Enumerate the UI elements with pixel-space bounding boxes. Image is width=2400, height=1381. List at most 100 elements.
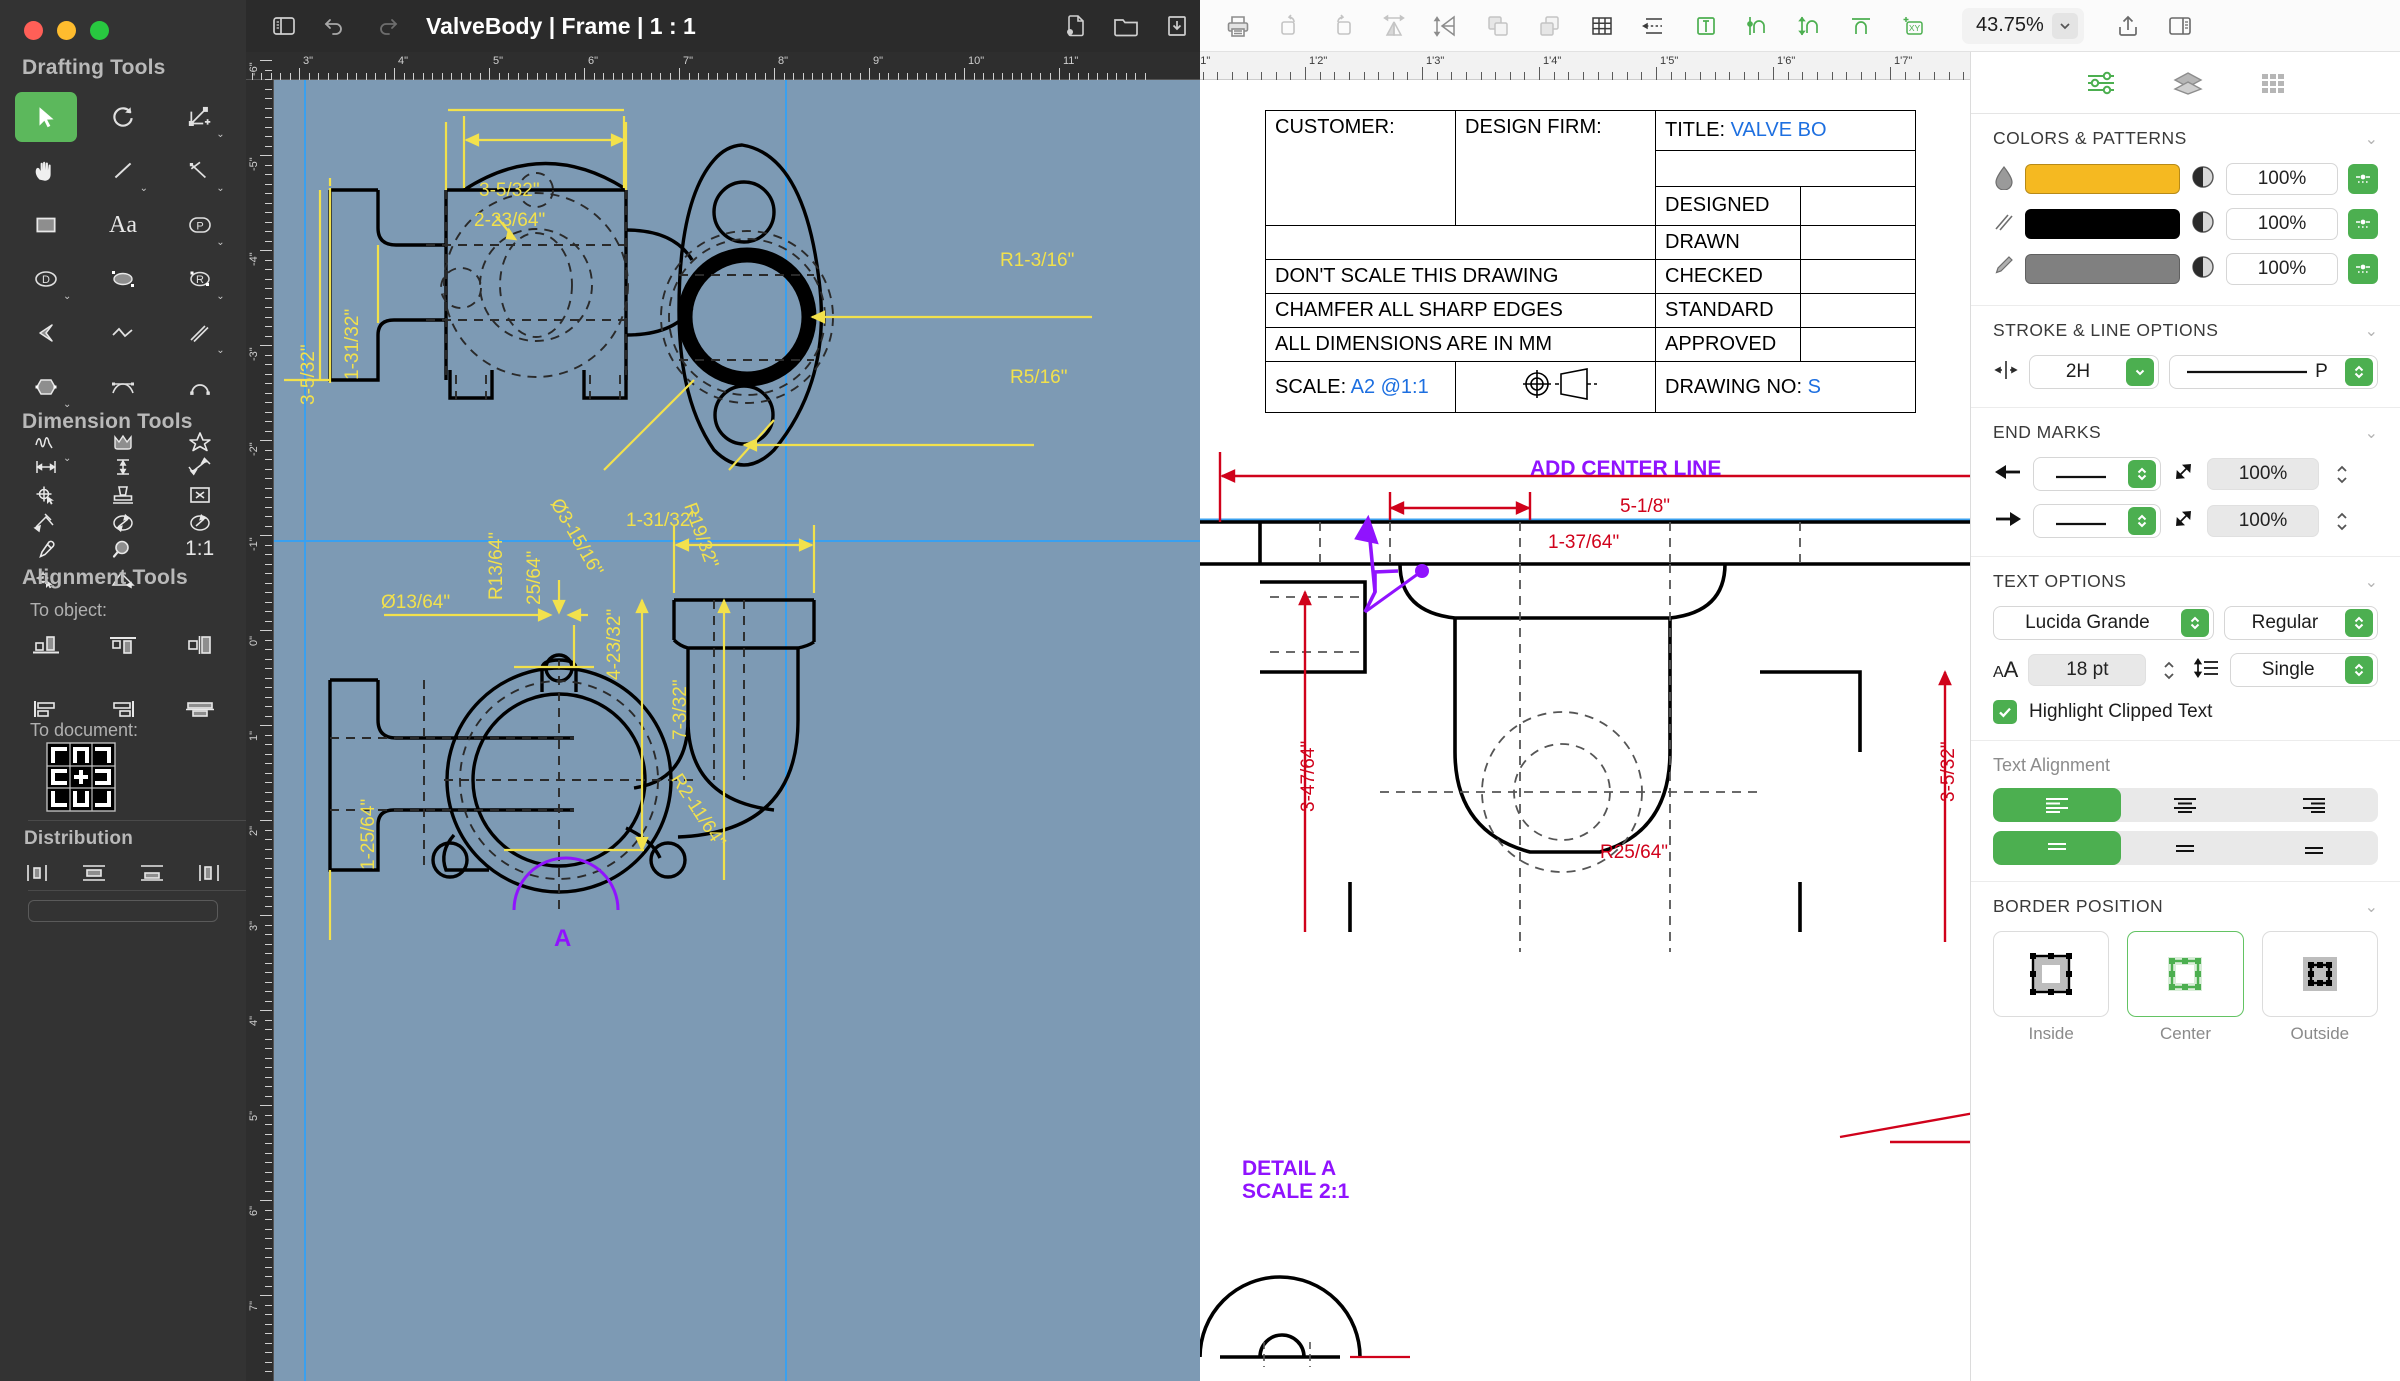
dimension-label-r1-3-16[interactable]: R1-3/16"	[1000, 250, 1074, 272]
chevron-down-icon[interactable]	[2051, 12, 2078, 39]
dimension-tool[interactable]: D ⌄	[15, 254, 77, 304]
dimension-label-3-47-64[interactable]: 3-47/64"	[1298, 741, 1320, 812]
dimension-label[interactable]: 1-31/32"	[626, 510, 697, 532]
line-spacing-select[interactable]: Single	[2230, 653, 2378, 687]
dimension-label-r25-64[interactable]: R25/64"	[1600, 842, 1668, 864]
inspector-toggle-icon[interactable]	[2154, 4, 2206, 48]
dimension-label[interactable]: 3-5/32"	[298, 344, 320, 405]
text-options-header[interactable]: TEXT OPTIONS ⌄	[1993, 571, 2378, 592]
align-to-document-grid[interactable]	[46, 742, 116, 817]
crop-icon[interactable]	[1680, 4, 1732, 48]
dimension-label[interactable]: 1-25/64"	[358, 799, 380, 870]
vertical-dimension-tool[interactable]	[92, 442, 154, 492]
align-right-text-button[interactable]	[2250, 788, 2378, 822]
border-outside-option[interactable]: Outside	[2261, 931, 2378, 1044]
end-marks-header[interactable]: END MARKS ⌄	[1993, 422, 2378, 443]
dimension-label[interactable]: 1-31/32"	[342, 309, 364, 380]
vertical-ruler[interactable]: -6" -5" -4" -3" -2" -1" 0" 1" 2" 3" 4" 5" 6" 7"	[246, 60, 274, 1381]
horizontal-ruler[interactable]: 2"3"4"5"6"7"8"9"10"11"	[246, 52, 1200, 80]
highlight-clipped-text-row[interactable]: Highlight Clipped Text	[1993, 700, 2378, 724]
align-center-vertical-button[interactable]	[169, 620, 231, 670]
transform-tool[interactable]: ⌄	[169, 92, 231, 142]
polyline-tool[interactable]	[92, 308, 154, 358]
redo-icon[interactable]	[374, 15, 400, 37]
border-inside-preview[interactable]	[1993, 931, 2110, 1017]
detail-marker-label[interactable]: A	[554, 925, 571, 953]
stroke-color-swatch[interactable]	[2025, 209, 2180, 239]
diameter-dimension-tool[interactable]	[92, 498, 154, 548]
line-tool[interactable]: ⌄	[92, 146, 154, 196]
align-top-text-button[interactable]	[1993, 831, 2122, 865]
tab-library[interactable]	[2259, 70, 2287, 96]
stroke-width-select[interactable]: 2H	[2029, 355, 2159, 389]
chevron-down-icon[interactable]: ⌄	[2365, 897, 2378, 917]
dimension-label[interactable]: 2-23/64"	[474, 210, 545, 232]
maximize-window-button[interactable]	[90, 21, 109, 40]
border-center-option[interactable]: Center	[2127, 931, 2244, 1044]
text-tool[interactable]: Aa	[92, 200, 154, 250]
pencil-color-swatch[interactable]	[2025, 254, 2180, 284]
stroke-lines-icon[interactable]	[1993, 209, 2015, 240]
tab-properties[interactable]	[2085, 70, 2117, 96]
align-bottom-text-button[interactable]	[2250, 831, 2378, 865]
pencil-icon[interactable]	[1993, 254, 2015, 285]
border-outside-preview[interactable]	[2261, 931, 2378, 1017]
dimension-label[interactable]: 25/64"	[524, 551, 546, 605]
hand-tool[interactable]	[15, 146, 77, 196]
artboard[interactable]: 3-5/32" 2-23/64" 3-5/32" 1-31/32" 25/32"…	[274, 80, 1200, 1381]
angle-line-tool[interactable]: ⌄	[169, 146, 231, 196]
leader-dimension-tool[interactable]	[15, 498, 77, 548]
hexagon-tool[interactable]: ⌄	[15, 362, 77, 412]
stroke-line-header[interactable]: STROKE & LINE OPTIONS ⌄	[1993, 320, 2378, 341]
dimension-label-5-1-8[interactable]: 5-1/8"	[1620, 496, 1670, 518]
horizontal-dimension-tool[interactable]	[15, 442, 77, 492]
detail-a-scale[interactable]: SCALE 2:1	[1242, 1180, 1349, 1204]
rectangle-tool[interactable]	[15, 200, 77, 250]
dimension-label[interactable]: 3-5/32"	[479, 180, 540, 202]
chevron-down-icon[interactable]: ⌄	[2365, 423, 2378, 443]
align-center-horizontal-button[interactable]	[169, 684, 231, 734]
end-mark-scale[interactable]: 100%	[2207, 505, 2319, 537]
snap-horizontal-icon[interactable]	[1836, 4, 1888, 48]
rotate-right-icon[interactable]	[1316, 4, 1368, 48]
dimension-label[interactable]: R13/64"	[486, 532, 508, 600]
chevron-down-icon[interactable]: ⌄	[2365, 129, 2378, 149]
flip-vertical-icon[interactable]	[1420, 4, 1472, 48]
aligned-dimension-tool[interactable]	[169, 442, 231, 492]
polygon-tool[interactable]: P ⌄	[169, 200, 231, 250]
pencil-opacity-value[interactable]: 100%	[2226, 253, 2338, 285]
chevron-down-icon[interactable]: ⌄	[2365, 321, 2378, 341]
select-tool[interactable]	[15, 92, 78, 142]
align-top-button[interactable]	[92, 620, 154, 670]
align-left-text-button[interactable]	[1993, 788, 2122, 822]
chamfer-tool[interactable]	[15, 308, 77, 358]
align-center-text-button[interactable]	[2121, 788, 2249, 822]
extra-control[interactable]	[28, 900, 218, 922]
undo-icon[interactable]	[322, 15, 348, 37]
fill-opacity-value[interactable]: 100%	[2226, 163, 2338, 195]
snap-vertical-icon[interactable]	[1784, 4, 1836, 48]
save-icon[interactable]	[1164, 13, 1190, 39]
share-icon[interactable]	[2102, 4, 2154, 48]
arc-tool[interactable]	[169, 362, 231, 412]
start-mark-select[interactable]	[2033, 457, 2161, 491]
border-position-header[interactable]: BORDER POSITION ⌄	[1993, 896, 2378, 917]
line-style-select[interactable]: P	[2169, 355, 2378, 389]
close-window-button[interactable]	[24, 21, 43, 40]
dimension-label[interactable]: 4-23/32"	[604, 609, 626, 680]
font-size-value[interactable]: 18 pt	[2028, 654, 2147, 686]
align-middle-text-button[interactable]	[2121, 831, 2249, 865]
stroke-opacity-value[interactable]: 100%	[2226, 208, 2338, 240]
dimension-label[interactable]: 7-3/32"	[670, 679, 692, 740]
chevron-down-icon[interactable]: ⌄	[2365, 572, 2378, 592]
start-mark-scale[interactable]: 100%	[2207, 458, 2319, 490]
dimension-label-r5-16[interactable]: R5/16"	[1010, 367, 1067, 389]
minimize-window-button[interactable]	[57, 21, 76, 40]
bezier-tool[interactable]	[92, 362, 154, 412]
radius-tool[interactable]: R ⌄	[169, 254, 231, 304]
flip-horizontal-icon[interactable]	[1368, 4, 1420, 48]
border-inside-option[interactable]: Inside	[1993, 931, 2110, 1044]
ellipse-tool[interactable]	[92, 254, 154, 304]
sidebar-toggle-icon[interactable]	[272, 15, 296, 37]
dimension-label[interactable]: Ø13/64"	[381, 592, 450, 614]
